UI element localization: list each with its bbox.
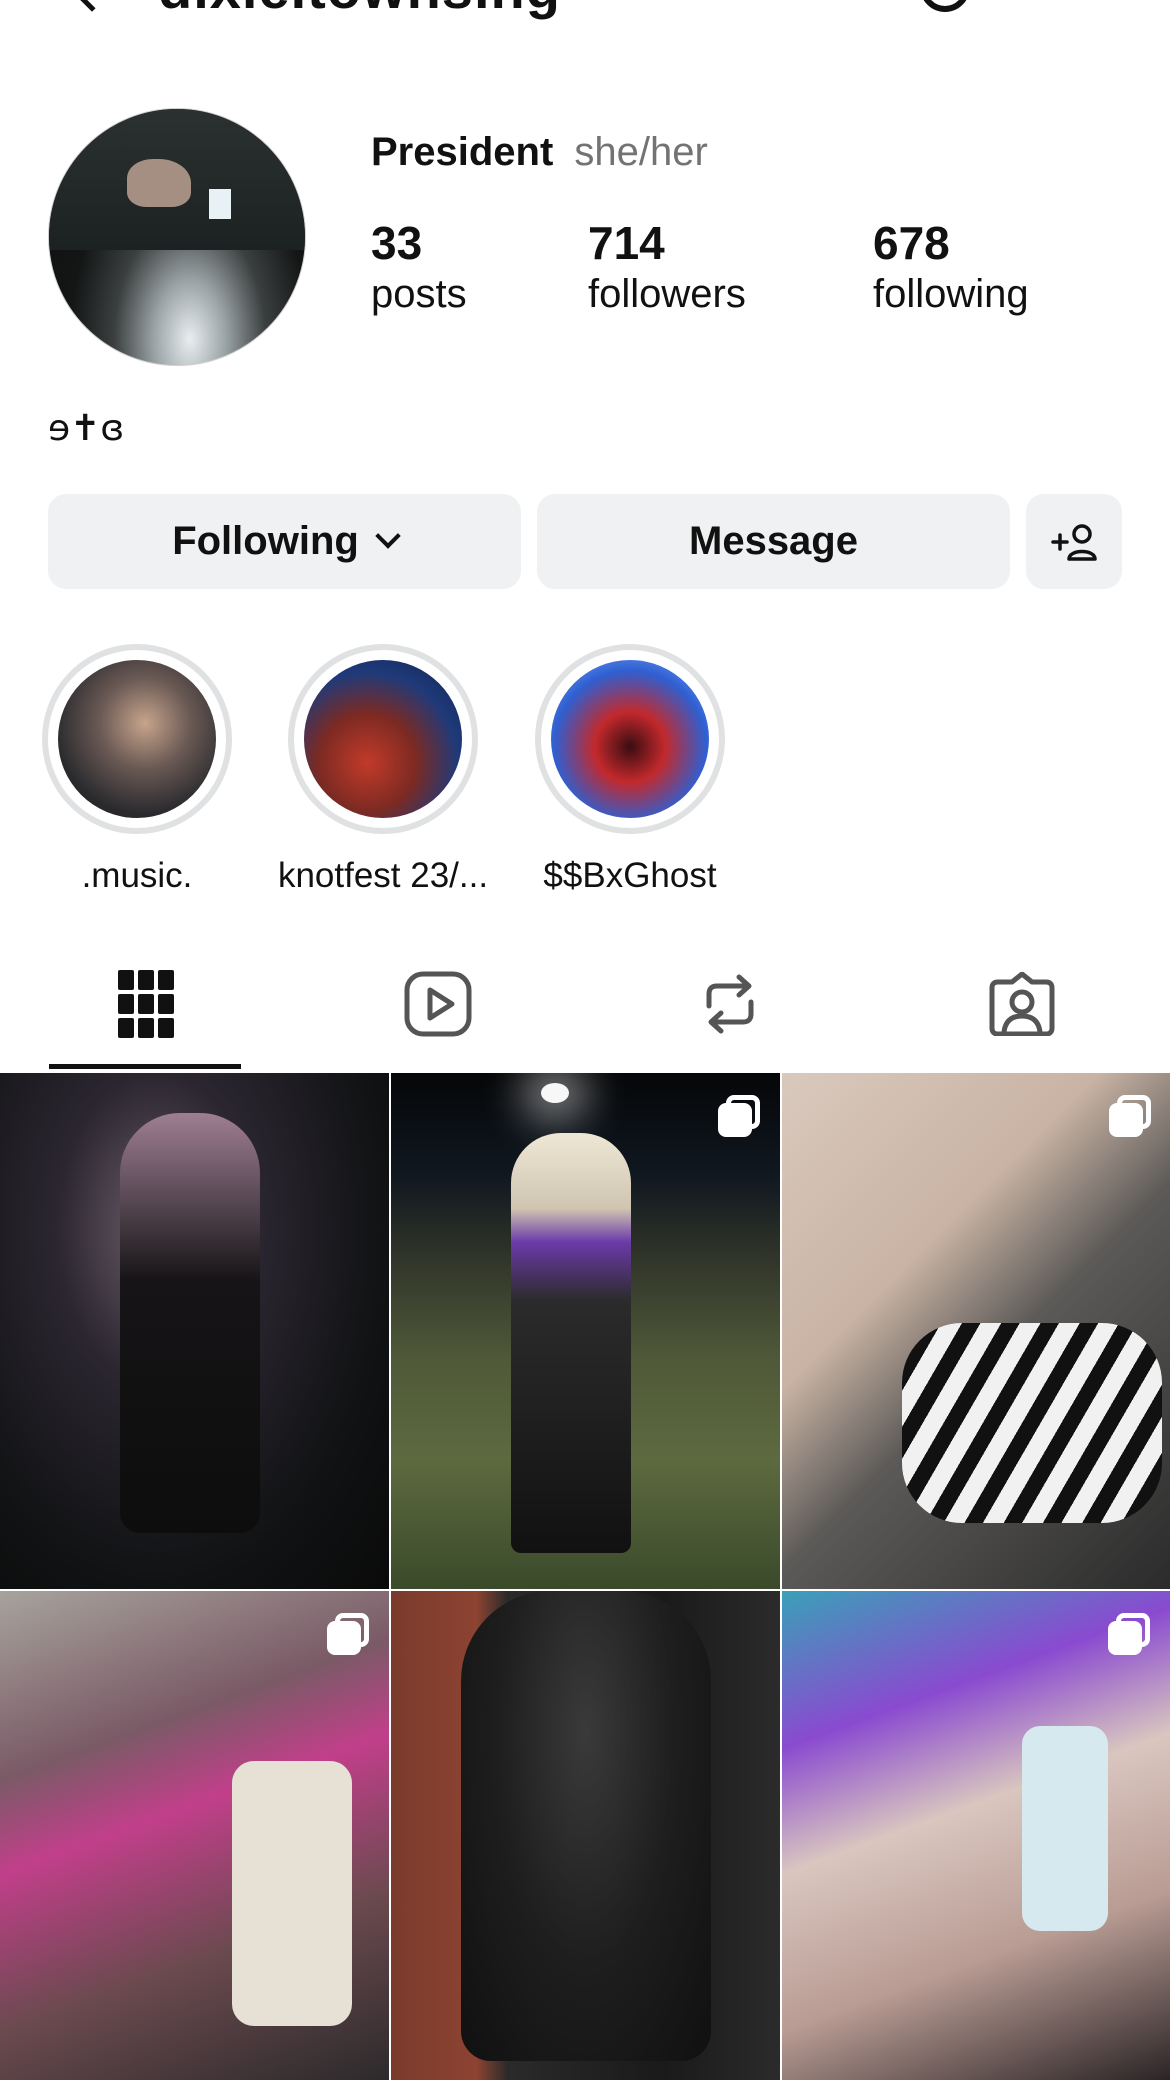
posts-count: 33 [371, 217, 423, 269]
stat-posts[interactable]: 33 posts [371, 216, 467, 318]
following-button-label: Following [172, 519, 359, 563]
chevron-down-icon [375, 522, 401, 549]
highlight-ring [288, 644, 478, 834]
highlight-cover [304, 660, 462, 818]
stat-following[interactable]: 678 following [873, 216, 1029, 318]
highlight-label: $$BxGhost [543, 856, 717, 895]
highlight-cover [551, 660, 709, 818]
followers-count: 714 [588, 217, 665, 269]
carousel-icon [1108, 1613, 1150, 1655]
profile-handle: dixie.townsing [158, 0, 561, 21]
following-label: following [873, 272, 1029, 316]
highlight-ring [42, 644, 232, 834]
highlight-knotfest[interactable]: knotfest 23/... [278, 644, 488, 896]
followers-label: followers [588, 272, 746, 316]
highlight-label: .music. [81, 856, 193, 895]
tab-reels[interactable] [292, 940, 584, 1068]
avatar[interactable] [48, 108, 306, 366]
tagged-icon [989, 972, 1055, 1036]
message-button-label: Message [689, 519, 858, 563]
post-thumbnail[interactable] [782, 1591, 1170, 2080]
carousel-icon [327, 1613, 369, 1655]
following-count: 678 [873, 217, 950, 269]
post-thumbnail[interactable] [0, 1591, 389, 2080]
threads-icon[interactable] [920, 0, 970, 12]
highlight-bxghost[interactable]: $$BxGhost [535, 644, 725, 896]
reels-icon [404, 971, 472, 1037]
following-button[interactable]: Following [48, 494, 521, 589]
pronouns: she/her [574, 130, 708, 174]
name-line: President she/her [371, 130, 708, 175]
posts-grid [0, 1073, 1170, 2080]
tab-tagged[interactable] [876, 940, 1168, 1068]
message-button[interactable]: Message [537, 494, 1010, 589]
grid-icon [118, 970, 174, 1038]
bio: ɘ✝ɞ [48, 408, 125, 449]
stat-followers[interactable]: 714 followers [588, 216, 746, 318]
back-chevron-icon[interactable] [72, 0, 112, 12]
post-thumbnail[interactable] [782, 1073, 1170, 1589]
posts-label: posts [371, 272, 467, 316]
add-person-icon [1051, 523, 1097, 561]
active-tab-indicator [49, 1064, 241, 1069]
display-name: President [371, 130, 554, 174]
carousel-icon [1109, 1095, 1151, 1137]
post-thumbnail[interactable] [391, 1591, 780, 2080]
reposts-icon [706, 974, 754, 1034]
highlight-music[interactable]: .music. [42, 644, 232, 896]
tab-posts-grid[interactable] [0, 940, 292, 1068]
top-bar: dixie.townsing [0, 0, 1170, 40]
post-thumbnail[interactable] [0, 1073, 389, 1589]
tab-reposts[interactable] [584, 940, 876, 1068]
profile-tabs [0, 940, 1170, 1070]
highlight-cover [58, 660, 216, 818]
post-thumbnail[interactable] [391, 1073, 780, 1589]
highlight-ring [535, 644, 725, 834]
add-user-button[interactable] [1026, 494, 1122, 589]
carousel-icon [718, 1095, 760, 1137]
highlight-label: knotfest 23/... [277, 856, 489, 895]
